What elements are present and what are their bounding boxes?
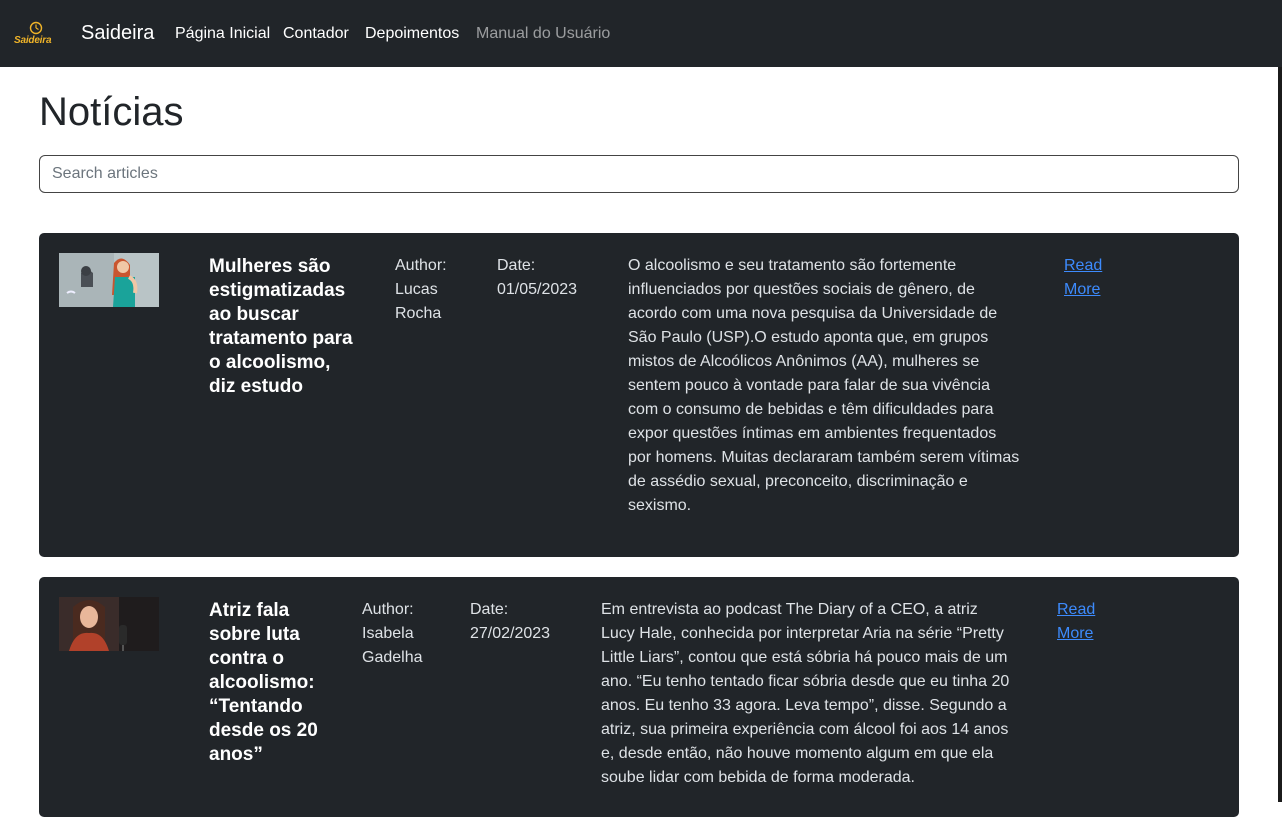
article-card: Mulheres são estigmatizadas ao buscar tr… bbox=[39, 233, 1239, 557]
nav-link-counter[interactable]: Contador bbox=[283, 25, 349, 43]
search-input[interactable] bbox=[39, 155, 1239, 193]
author-label: Author: bbox=[395, 257, 447, 274]
article-date: Date: 01/05/2023 bbox=[497, 254, 607, 302]
author-name: Isabela Gadelha bbox=[362, 625, 423, 666]
brand-name[interactable]: Saideira bbox=[81, 22, 154, 45]
article-card: Atriz fala sobre luta contra o alcoolism… bbox=[39, 577, 1239, 817]
read-more-link[interactable]: Read More bbox=[1057, 598, 1107, 646]
article-summary: O alcoolismo e seu tratamento são fortem… bbox=[628, 257, 1020, 514]
article-thumbnail bbox=[59, 597, 159, 651]
article-author: Author: Isabela Gadelha bbox=[362, 598, 442, 670]
article-summary: Em entrevista ao podcast The Diary of a … bbox=[601, 601, 1010, 786]
date-value: 27/02/2023 bbox=[470, 625, 551, 642]
brand-logo[interactable]: Saideira bbox=[12, 20, 60, 50]
date-label: Date: bbox=[470, 601, 509, 618]
navbar: Saideira Saideira Página Inicial Contado… bbox=[0, 0, 1282, 67]
scrollbar[interactable] bbox=[1278, 67, 1282, 802]
nav-link-user-manual[interactable]: Manual do Usuário bbox=[476, 25, 610, 43]
logo-text: Saideira bbox=[14, 35, 52, 46]
article-thumbnail bbox=[59, 253, 159, 307]
article-title: Mulheres são estigmatizadas ao buscar tr… bbox=[209, 256, 353, 397]
read-more-link[interactable]: Read More bbox=[1064, 254, 1114, 302]
nav-link-testimonials[interactable]: Depoimentos bbox=[365, 25, 459, 43]
article-title: Atriz fala sobre luta contra o alcoolism… bbox=[209, 600, 318, 765]
page-title: Notícias bbox=[39, 90, 184, 134]
author-label: Author: bbox=[362, 601, 414, 618]
nav-link-home[interactable]: Página Inicial bbox=[175, 25, 270, 43]
article-date: Date: 27/02/2023 bbox=[470, 598, 580, 646]
author-name: Lucas Rocha bbox=[395, 281, 442, 322]
date-value: 01/05/2023 bbox=[497, 281, 578, 298]
date-label: Date: bbox=[497, 257, 536, 274]
article-author: Author: Lucas Rocha bbox=[395, 254, 465, 326]
